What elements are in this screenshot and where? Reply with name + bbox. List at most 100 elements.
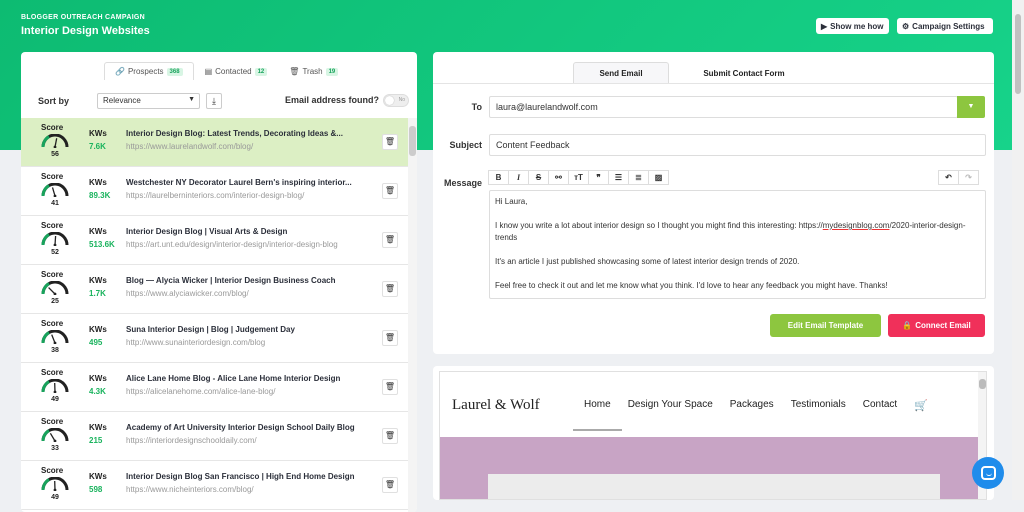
show-me-how-button[interactable]: ▶ Show me how <box>816 18 889 34</box>
prospect-title[interactable]: Alice Lane Home Blog - Alice Lane Home I… <box>126 374 366 383</box>
sort-select[interactable]: Relevance ▼ <box>97 93 200 109</box>
site-nav-contact[interactable]: Contact <box>863 399 897 412</box>
prospect-row[interactable]: Score52KWs513.6KInterior Design Blog | V… <box>21 216 417 265</box>
prospects-panel: 🔗 Prospects 368 ▤ Contacted 12 🗑 Trash 1… <box>21 52 417 512</box>
trash-icon[interactable]: 🗑 <box>382 379 398 395</box>
italic-icon[interactable]: I <box>508 170 529 185</box>
prospect-url[interactable]: https://www.alyciawicker.com/blog/ <box>126 289 376 298</box>
chat-launcher-button[interactable] <box>972 457 1004 489</box>
prospect-title[interactable]: Interior Design Blog: Latest Trends, Dec… <box>126 129 366 138</box>
site-nav-home[interactable]: Home <box>584 399 611 412</box>
sort-label: Sort by <box>38 96 69 106</box>
kws-value: 7.6K <box>89 142 106 151</box>
sort-row: Sort by Relevance ▼ ⤓ Email address foun… <box>21 92 417 112</box>
prospect-tabs: 🔗 Prospects 368 ▤ Contacted 12 🗑 Trash 1… <box>104 62 349 80</box>
trash-icon[interactable]: 🗑 <box>382 428 398 444</box>
trash-icon[interactable]: 🗑 <box>382 281 398 297</box>
site-nav-design-your-space[interactable]: Design Your Space <box>628 399 713 412</box>
message-link[interactable]: mydesignblog.com <box>823 221 890 230</box>
prospect-title[interactable]: Interior Design Blog San Francisco | Hig… <box>126 472 366 481</box>
site-nav-packages[interactable]: Packages <box>730 399 774 412</box>
score-value: 25 <box>48 298 62 305</box>
score-gauge-icon <box>41 477 69 491</box>
prospect-url[interactable]: http://www.sunainteriordesign.com/blog <box>126 338 376 347</box>
window-scrollbar[interactable] <box>1012 0 1024 500</box>
edit-email-template-button[interactable]: Edit Email Template <box>770 314 881 337</box>
score-label: Score <box>41 417 63 426</box>
connect-email-button[interactable]: 🔒 Connect Email <box>888 314 985 337</box>
score-gauge-icon <box>41 281 69 295</box>
download-icon[interactable]: ⤓ <box>206 93 222 109</box>
strikethrough-icon[interactable]: S <box>528 170 549 185</box>
prospect-row[interactable]: Score25KWs1.7KBlog — Alycia Wicker | Int… <box>21 265 417 314</box>
kws-label: KWs <box>89 276 107 285</box>
count-badge: 19 <box>326 68 339 76</box>
link-icon[interactable]: ⚯ <box>548 170 569 185</box>
subject-field[interactable]: Content Feedback <box>489 134 986 156</box>
message-label: Message <box>444 178 482 188</box>
prospect-title[interactable]: Academy of Art University Interior Desig… <box>126 423 366 432</box>
prospect-row[interactable]: Score33KWs215Academy of Art University I… <box>21 412 417 461</box>
text-size-icon[interactable]: ᴛT <box>568 170 589 185</box>
cart-icon[interactable]: 🛒 <box>914 399 928 412</box>
score-gauge-icon <box>41 183 69 197</box>
trash-icon[interactable]: 🗑 <box>382 330 398 346</box>
message-paragraph: It's an article I just published showcas… <box>495 256 980 268</box>
campaign-settings-button[interactable]: ⚙ Campaign Settings <box>897 18 993 34</box>
redo-icon[interactable]: ↷ <box>958 170 979 185</box>
quote-icon[interactable]: ❞ <box>588 170 609 185</box>
prospect-title[interactable]: Interior Design Blog | Visual Arts & Des… <box>126 227 366 236</box>
score-label: Score <box>41 123 63 132</box>
count-badge: 368 <box>167 68 183 76</box>
tab-send-email[interactable]: Send Email <box>573 62 669 83</box>
prospect-url[interactable]: https://www.laurelandwolf.com/blog/ <box>126 142 376 151</box>
chevron-down-icon[interactable]: ▼ <box>957 96 985 118</box>
message-editor[interactable]: Hi Laura, I know you write a lot about i… <box>489 190 986 299</box>
prospect-url[interactable]: https://art.unt.edu/design/interior-desi… <box>126 240 376 249</box>
prospect-title[interactable]: Blog — Alycia Wicker | Interior Design B… <box>126 276 366 285</box>
email-found-toggle[interactable]: No <box>383 94 409 107</box>
prospect-title[interactable]: Suna Interior Design | Blog | Judgement … <box>126 325 366 334</box>
prospect-url[interactable]: https://interiordesignschooldaily.com/ <box>126 436 376 445</box>
site-nav: Home Design Your Space Packages Testimon… <box>584 399 928 412</box>
site-logo[interactable]: Laurel & Wolf <box>452 397 540 414</box>
score-value: 56 <box>48 151 62 158</box>
score-gauge-icon <box>41 428 69 442</box>
score-value: 33 <box>48 445 62 452</box>
score-gauge-icon <box>41 232 69 246</box>
score-label: Score <box>41 466 63 475</box>
prospect-row[interactable]: Score56KWs7.6KInterior Design Blog: Late… <box>21 118 417 167</box>
trash-icon: 🗑 <box>289 67 299 76</box>
kws-value: 215 <box>89 436 102 445</box>
prospect-row[interactable]: Score49KWs598Interior Design Blog San Fr… <box>21 461 417 510</box>
prospect-row[interactable]: Score41KWs89.3KWestchester NY Decorator … <box>21 167 417 216</box>
to-field[interactable]: laura@laurelandwolf.com <box>489 96 958 118</box>
tab-trash[interactable]: 🗑 Trash 19 <box>278 62 349 80</box>
prospect-url[interactable]: https://laurelberninteriors.com/interior… <box>126 191 376 200</box>
list-scrollbar[interactable] <box>408 118 417 512</box>
site-nav-testimonials[interactable]: Testimonials <box>791 399 846 412</box>
tab-contacted[interactable]: ▤ Contacted 12 <box>194 62 279 80</box>
inbox-icon: ▤ <box>205 67 213 76</box>
prospect-row[interactable]: Score38KWs495Suna Interior Design | Blog… <box>21 314 417 363</box>
prospect-url[interactable]: https://www.nicheinteriors.com/blog/ <box>126 485 376 494</box>
trash-icon[interactable]: 🗑 <box>382 183 398 199</box>
undo-icon[interactable]: ↶ <box>938 170 959 185</box>
prospect-url[interactable]: https://alicelanehome.com/alice-lane-blo… <box>126 387 376 396</box>
trash-icon[interactable]: 🗑 <box>382 232 398 248</box>
prospect-row[interactable]: Score49KWs4.3KAlice Lane Home Blog - Ali… <box>21 363 417 412</box>
tab-prospects[interactable]: 🔗 Prospects 368 <box>104 62 194 80</box>
image-icon[interactable]: ▨ <box>648 170 669 185</box>
score-value: 41 <box>48 200 62 207</box>
tab-submit-contact-form[interactable]: Submit Contact Form <box>669 62 819 83</box>
trash-icon[interactable]: 🗑 <box>382 134 398 150</box>
preview-frame[interactable]: Laurel & Wolf Home Design Your Space Pac… <box>439 371 987 500</box>
prospect-title[interactable]: Westchester NY Decorator Laurel Bern's i… <box>126 178 366 187</box>
hero-card <box>488 474 940 500</box>
bullet-list-icon[interactable]: ☰ <box>608 170 629 185</box>
kws-label: KWs <box>89 227 107 236</box>
trash-icon[interactable]: 🗑 <box>382 477 398 493</box>
numbered-list-icon[interactable]: ≣ <box>628 170 649 185</box>
bold-icon[interactable]: B <box>488 170 509 185</box>
score-label: Score <box>41 172 63 181</box>
